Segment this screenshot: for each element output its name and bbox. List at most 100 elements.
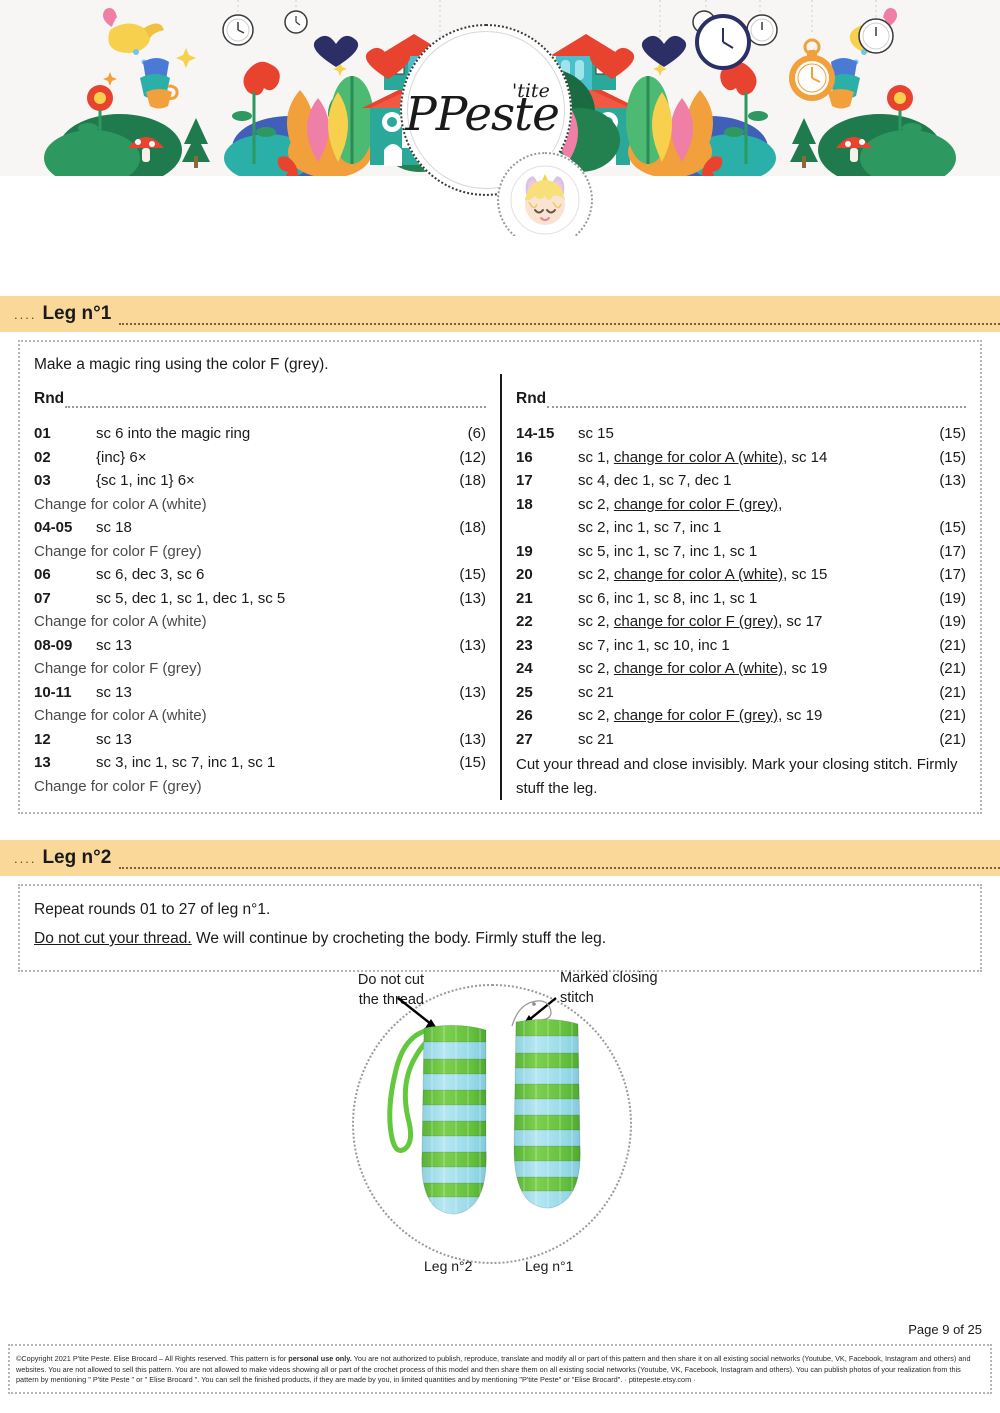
inline-color-change: change for color F (grey) (613, 495, 779, 513)
pattern-row: 27 sc 21 (21) (516, 728, 966, 752)
round-instruction: sc 13 (96, 636, 132, 654)
round-instruction: sc 13 (96, 730, 132, 748)
pattern-row: 26 sc 2, change for color F (grey), sc 19… (516, 704, 966, 728)
round-number: 26 (516, 707, 533, 724)
round-instruction: {sc 1, inc 1} 6× (96, 472, 195, 489)
stitch-count: (21) (939, 707, 966, 724)
stitch-count: (17) (939, 566, 966, 583)
round-number: 27 (516, 730, 533, 748)
stitch-count: (15) (939, 425, 966, 442)
leg1-two-columns: Rnd 01 sc 6 into the magic ring (6) 02 {inc}… (20, 374, 980, 812)
stitch-count: (21) (939, 683, 966, 701)
pattern-row: 16 sc 1, change for color A (white), sc 1… (516, 446, 966, 470)
color-change-note: Change for color F (grey) (34, 660, 202, 677)
round-number: 25 (516, 683, 533, 701)
stitch-count: (15) (459, 566, 486, 583)
inline-color-change: change for color F (grey) (613, 613, 779, 630)
inline-color-change: change for color F (grey) (613, 707, 779, 724)
leg1-right-column: Rnd 14-15 sc 15 (15) 16 sc 1, change for col… (500, 374, 980, 800)
round-number: 18 (516, 495, 533, 513)
inline-color-change: change for color A (white) (613, 566, 784, 583)
round-number: 23 (516, 636, 533, 654)
round-instruction: sc 2, change for color F (grey), (578, 495, 783, 513)
pattern-row: 17 sc 4, dec 1, sc 7, dec 1 (13) (516, 469, 966, 493)
section-title-leg1: Leg n°1 (42, 303, 112, 324)
stitch-count: (12) (459, 448, 486, 466)
pattern-row: 14-15 sc 15 (15) (516, 422, 966, 446)
footer-copyright-text: ©Copyright 2021 P'tite Peste. Elise Broc… (16, 1354, 984, 1386)
stitch-count: (13) (459, 730, 486, 748)
round-number: 07 (34, 589, 51, 607)
round-instruction: sc 18 (96, 519, 132, 536)
round-instruction: sc 6 into the magic ring (96, 425, 251, 442)
stitch-count: (21) (939, 660, 966, 677)
leg1-intro: Make a magic ring using the color F (gre… (34, 356, 329, 373)
stitch-count: (13) (459, 636, 486, 654)
page-number: Page 9 of 25 (908, 1322, 982, 1337)
round-instruction: sc 6, inc 1, sc 8, inc 1, sc 1 (578, 589, 758, 607)
round-instruction: {inc} 6× (96, 448, 147, 466)
stitch-count: (15) (459, 754, 486, 771)
pattern-row: 06 sc 6, dec 3, sc 6 (15) (34, 563, 486, 587)
round-number: 01 (34, 425, 51, 442)
band-trailing-dots-leg2 (119, 855, 1000, 869)
stitch-marker-dot (532, 1002, 536, 1006)
round-instruction: sc 5, inc 1, sc 7, inc 1, sc 1 (578, 542, 758, 560)
round-number: 24 (516, 660, 533, 677)
logo-superscript: 'tite (512, 80, 550, 102)
leg-photo-1 (513, 1018, 581, 1209)
round-number: 19 (516, 542, 533, 560)
band-trailing-dots-leg1 (119, 311, 1000, 325)
round-instruction: sc 2, inc 1, sc 7, inc 1 (578, 519, 722, 536)
round-number: 04-05 (34, 519, 73, 536)
round-number: 13 (34, 754, 51, 771)
footer-copyright-box: ©Copyright 2021 P'tite Peste. Elise Broc… (8, 1344, 992, 1394)
stitch-count: (17) (939, 542, 966, 560)
pattern-row: 08-09 sc 13 (13) (34, 634, 486, 658)
round-number: 08-09 (34, 636, 73, 654)
pattern-row: 13 sc 3, inc 1, sc 7, inc 1, sc 1 (15) (34, 751, 486, 775)
round-instruction: sc 5, dec 1, sc 1, dec 1, sc 5 (96, 589, 286, 607)
leg2-line-2-rest: We will continue by crocheting the body.… (191, 930, 607, 947)
photo-caption-leg1: Leg n°1 (525, 1258, 574, 1274)
round-number: 03 (34, 472, 51, 489)
photo-illustration-zone: Do not cut the thread Marked closing sti… (0, 960, 1000, 1280)
pattern-row: 25 sc 21 (21) (516, 681, 966, 705)
band-lead-dots-leg2: .... (14, 850, 37, 866)
pattern-row: 18 sc 2, change for color F (grey), (516, 493, 966, 517)
round-instruction: sc 2, change for color F (grey), sc 17 (578, 613, 823, 630)
leg2-line-1: Repeat rounds 01 to 27 of leg n°1. (34, 901, 271, 918)
rnd-label-right: Rnd (516, 390, 547, 407)
pattern-row: 19 sc 5, inc 1, sc 7, inc 1, sc 1 (17) (516, 540, 966, 564)
avatar-art (510, 165, 580, 235)
stitch-count: (19) (939, 613, 966, 630)
round-instruction: sc 21 (578, 730, 614, 748)
round-instruction: sc 15 (578, 425, 614, 442)
pattern-row: 04-05 sc 18 (18) (34, 516, 486, 540)
inline-color-change: change for color A (white) (613, 448, 784, 466)
round-instruction: sc 21 (578, 683, 614, 701)
round-number (516, 516, 578, 540)
round-instruction: sc 4, dec 1, sc 7, dec 1 (578, 472, 732, 489)
photo-caption-leg2: Leg n°2 (424, 1258, 473, 1274)
pattern-row: 01 sc 6 into the magic ring (6) (34, 422, 486, 446)
pattern-row: 20 sc 2, change for color A (white), sc 1… (516, 563, 966, 587)
stitch-count (920, 493, 966, 517)
pattern-row: 23 sc 7, inc 1, sc 10, inc 1 (21) (516, 634, 966, 658)
leg1-left-column: Rnd 01 sc 6 into the magic ring (6) 02 {inc}… (20, 374, 500, 800)
stitch-count: (15) (939, 519, 966, 536)
rnd-label-left: Rnd (34, 390, 65, 407)
leg-photo-2 (421, 1024, 487, 1215)
leg1-content-box: Make a magic ring using the color F (gre… (18, 340, 982, 814)
leg1-closing-note: Cut your thread and close invisibly. Mar… (516, 756, 958, 797)
round-number: 22 (516, 613, 533, 630)
leg1-left-rows: 01 sc 6 into the magic ring (6) 02 {inc} 6× (… (34, 422, 486, 798)
leg2-content-box: Repeat rounds 01 to 27 of leg n°1. Do no… (18, 884, 982, 972)
stitch-count: (18) (459, 472, 486, 489)
round-instruction: sc 7, inc 1, sc 10, inc 1 (578, 636, 730, 654)
band-lead-dots-leg1: .... (14, 306, 37, 322)
round-number: 16 (516, 448, 533, 466)
pattern-row: 24 sc 2, change for color A (white), sc 1… (516, 657, 966, 681)
pattern-row: 10-11 sc 13 (13) (34, 681, 486, 705)
color-change-note: Change for color A (white) (34, 707, 207, 724)
